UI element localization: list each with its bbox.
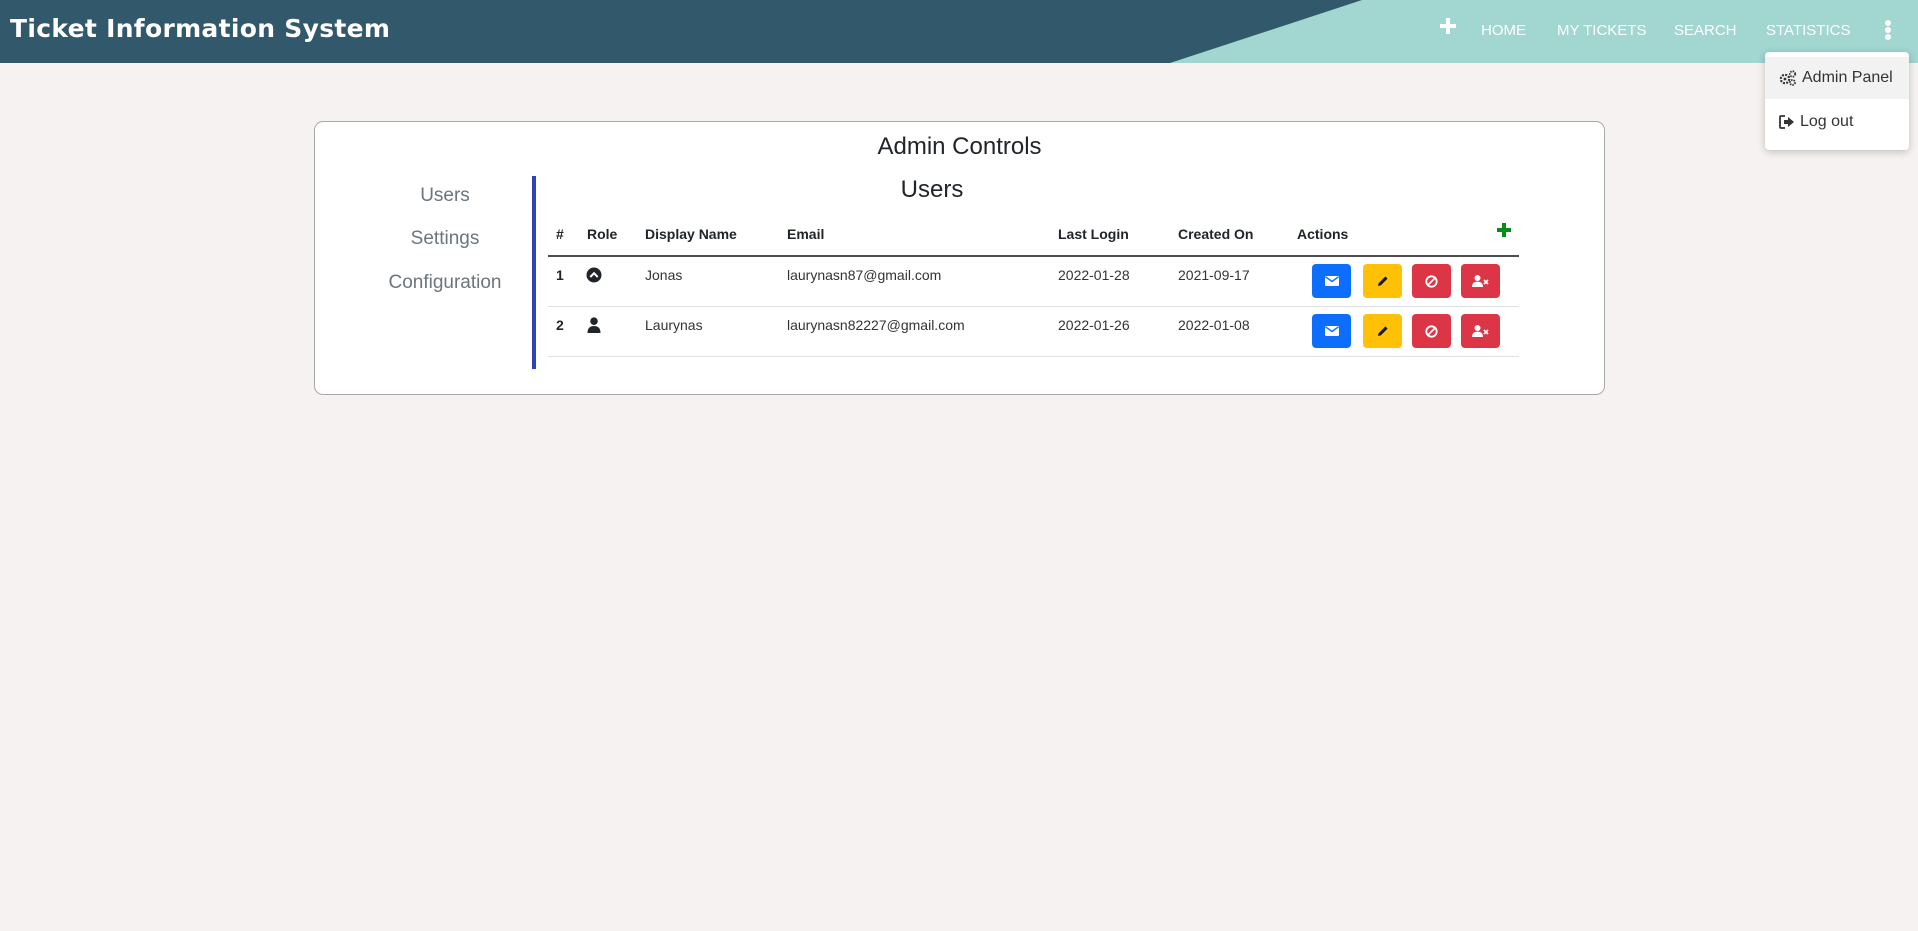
- table-row: 2 Laurynas laurynasn82227@gmail.com 2022…: [548, 307, 1519, 357]
- row-number: 1: [556, 267, 564, 283]
- app-title[interactable]: Ticket Information System: [10, 14, 390, 43]
- side-nav-users[interactable]: Users: [315, 185, 575, 207]
- nav-search[interactable]: SEARCH: [1674, 22, 1737, 39]
- column-header: Actions: [1297, 226, 1349, 242]
- pencil-icon: [1377, 326, 1388, 336]
- nav-statistics[interactable]: STATISTICS: [1766, 22, 1850, 39]
- display-name: Laurynas: [645, 317, 703, 333]
- top-navbar: Ticket Information System HOME MY TICKET…: [0, 0, 1918, 63]
- menu-item-label: Log out: [1800, 113, 1854, 130]
- user-dropdown-menu: Admin Panel Log out: [1765, 52, 1909, 150]
- row-divider: [548, 356, 1519, 357]
- gears-icon: [1779, 70, 1797, 86]
- new-ticket-plus-icon[interactable]: [1440, 18, 1456, 34]
- remove-user-button[interactable]: [1461, 264, 1500, 298]
- column-header: #: [556, 226, 564, 242]
- email-user-button[interactable]: [1312, 264, 1351, 298]
- menu-item-log-out[interactable]: Log out: [1765, 101, 1909, 143]
- display-name: Jonas: [645, 267, 683, 283]
- column-header: Created On: [1178, 226, 1254, 242]
- user-icon: [587, 317, 601, 333]
- ban-user-button[interactable]: [1412, 264, 1451, 298]
- users-table-header: # Role Display Name Email Last Login Cre…: [548, 226, 1519, 248]
- admin-controls-title: Admin Controls: [877, 133, 1042, 160]
- side-nav-divider: [532, 176, 536, 369]
- admin-chevron-circle-icon: [586, 267, 602, 283]
- created-on: 2021-09-17: [1178, 267, 1250, 283]
- last-login: 2022-01-26: [1058, 317, 1130, 333]
- last-login: 2022-01-28: [1058, 267, 1130, 283]
- edit-user-button[interactable]: [1363, 264, 1402, 298]
- envelope-icon: [1324, 276, 1339, 286]
- users-section-title: Users: [900, 176, 964, 203]
- ban-icon: [1425, 274, 1438, 288]
- email-user-button[interactable]: [1312, 314, 1351, 348]
- table-row: 1 Jonas laurynasn87@gmail.com 2022-01-28…: [548, 257, 1519, 307]
- menu-item-label: Admin Panel: [1802, 69, 1893, 86]
- remove-user-button[interactable]: [1461, 314, 1500, 348]
- email: laurynasn82227@gmail.com: [787, 317, 965, 333]
- nav-my-tickets[interactable]: MY TICKETS: [1557, 22, 1646, 39]
- sign-out-icon: [1779, 115, 1794, 129]
- user-remove-icon: [1472, 325, 1489, 337]
- side-nav-settings[interactable]: Settings: [315, 228, 575, 250]
- row-number: 2: [556, 317, 564, 333]
- nav-home[interactable]: HOME: [1481, 22, 1526, 39]
- column-header: Email: [787, 226, 825, 242]
- email: laurynasn87@gmail.com: [787, 267, 942, 283]
- column-header: Last Login: [1058, 226, 1129, 242]
- add-user-plus-icon[interactable]: [1497, 223, 1511, 237]
- side-nav-configuration[interactable]: Configuration: [315, 272, 575, 294]
- edit-user-button[interactable]: [1363, 314, 1402, 348]
- more-menu-vertical-dots-icon[interactable]: [1884, 20, 1892, 40]
- ban-icon: [1425, 324, 1438, 338]
- created-on: 2022-01-08: [1178, 317, 1250, 333]
- user-remove-icon: [1472, 275, 1489, 287]
- column-header: Role: [587, 226, 618, 242]
- ban-user-button[interactable]: [1412, 314, 1451, 348]
- envelope-icon: [1324, 326, 1339, 336]
- admin-controls-card: Admin Controls Users Settings Configurat…: [314, 121, 1605, 395]
- column-header: Display Name: [645, 226, 737, 242]
- menu-item-admin-panel[interactable]: Admin Panel: [1765, 57, 1909, 99]
- pencil-icon: [1377, 276, 1388, 286]
